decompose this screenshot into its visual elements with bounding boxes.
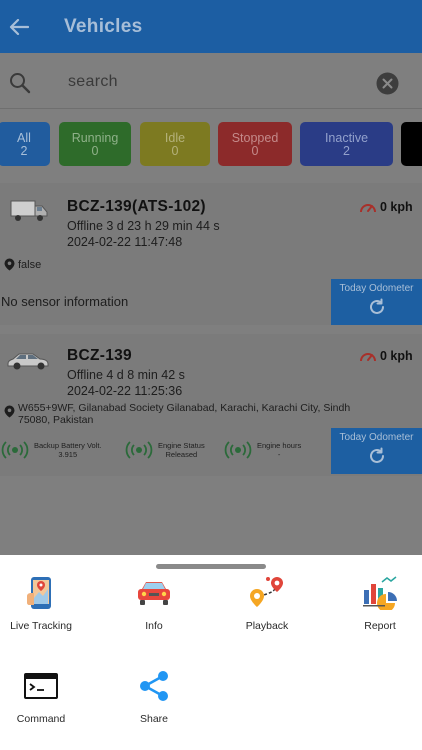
- filter-running[interactable]: Running 0: [59, 122, 131, 166]
- filter-label: All: [17, 131, 31, 145]
- search-icon: [10, 73, 31, 94]
- sensor-engine-status: Engine Status Released: [125, 441, 205, 459]
- sensor-backup-battery: Backup Battery Volt. 3.915: [1, 441, 102, 459]
- sensor-name: Backup Battery Volt.: [34, 441, 102, 450]
- filter-label: Running: [71, 131, 119, 145]
- refresh-icon: [369, 447, 384, 463]
- sensor-signal-icon: [1, 441, 29, 459]
- filter-count: 0: [251, 144, 259, 158]
- status-filter-row: All 2 Running 0 Idle 0 Stopped 0 Inactiv…: [0, 122, 422, 168]
- vehicle-plate: BCZ-139: [67, 347, 132, 364]
- filter-more[interactable]: [401, 122, 422, 166]
- vehicle-plate: BCZ-139(ATS-102): [67, 198, 206, 215]
- page-title: Vehicles: [64, 15, 143, 37]
- sensor-value: -: [277, 450, 281, 459]
- sensor-name: Engine hours: [257, 441, 302, 450]
- location-pin-icon: [4, 258, 15, 271]
- playback-action[interactable]: Playback: [222, 575, 312, 632]
- car-info-icon: [138, 582, 170, 605]
- action-label: Report: [364, 620, 396, 632]
- sheet-drag-handle[interactable]: [156, 564, 266, 569]
- location-pin-icon: [4, 405, 15, 418]
- today-odometer-button[interactable]: Today Odometer: [331, 428, 422, 474]
- sensor-name: Engine Status: [158, 441, 205, 450]
- back-button[interactable]: [4, 12, 34, 42]
- filter-label: Stopped: [231, 131, 279, 145]
- action-label: Playback: [245, 620, 289, 632]
- today-odometer-button[interactable]: Today Odometer: [331, 279, 422, 325]
- sensor-engine-hours: Engine hours -: [224, 441, 301, 459]
- filter-idle[interactable]: Idle 0: [140, 122, 210, 166]
- action-label: Info: [145, 620, 163, 632]
- location-text: W655+9WF, Gilanabad Society Gilanabad, K…: [18, 402, 351, 426]
- sensor-info-text: No sensor information: [1, 294, 129, 309]
- speed-display: 0 kph: [359, 200, 413, 214]
- terminal-command-icon: [24, 673, 58, 699]
- location-text: false: [18, 258, 42, 271]
- filter-count: 2: [343, 144, 350, 158]
- offline-duration: Offline 4 d 8 min 42 s: [67, 368, 185, 382]
- truck-icon: [10, 200, 48, 221]
- odometer-label: Today Odometer: [339, 283, 414, 294]
- command-action[interactable]: Command: [0, 668, 86, 725]
- action-label: Command: [16, 713, 66, 725]
- last-update-time: 2024-02-22 11:47:48: [67, 235, 183, 249]
- filter-count: 0: [171, 144, 179, 158]
- last-update-time: 2024-02-22 11:25:36: [67, 384, 183, 398]
- playback-route-icon: [250, 577, 283, 607]
- app-bar: Vehicles: [0, 0, 422, 53]
- vehicle-card[interactable]: BCZ-139(ATS-102) 0 kph Offline 3 d 23 h …: [0, 183, 422, 325]
- speed-value: 0 kph: [380, 349, 413, 363]
- odometer-label: Today Odometer: [339, 432, 414, 443]
- search-bar: [0, 53, 422, 109]
- filter-count: 2: [20, 144, 28, 158]
- info-action[interactable]: Info: [109, 575, 199, 632]
- clear-search-icon[interactable]: [376, 72, 399, 95]
- location-row: false: [4, 258, 41, 271]
- filter-count: 0: [91, 144, 99, 158]
- report-chart-icon: [363, 576, 397, 610]
- speedometer-icon: [360, 353, 376, 362]
- sensor-text: Backup Battery Volt. 3.915: [34, 441, 102, 459]
- speed-value: 0 kph: [380, 200, 413, 214]
- filter-label: Inactive: [324, 131, 369, 145]
- vehicle-actions-sheet: Live Tracking Info Playback Report Comma…: [0, 555, 422, 750]
- filter-inactive[interactable]: Inactive 2: [300, 122, 393, 166]
- speedometer-icon: [360, 204, 376, 213]
- filter-label: Idle: [164, 131, 186, 145]
- sensor-signal-icon: [125, 441, 153, 459]
- search-input[interactable]: [68, 69, 358, 95]
- car-icon: [7, 353, 49, 370]
- location-row: W655+9WF, Gilanabad Society Gilanabad, K…: [4, 402, 364, 426]
- refresh-icon: [369, 298, 384, 314]
- sensor-value: Released: [165, 450, 198, 459]
- live-tracking-action[interactable]: Live Tracking: [0, 575, 86, 632]
- sensor-signal-icon: [224, 441, 252, 459]
- arrow-left-icon: [9, 18, 29, 35]
- filter-all[interactable]: All 2: [0, 122, 50, 166]
- action-label: Share: [139, 713, 169, 725]
- share-action[interactable]: Share: [109, 668, 199, 725]
- sensor-value: 3.915: [58, 450, 78, 459]
- share-icon: [140, 671, 168, 701]
- action-label: Live Tracking: [10, 620, 72, 632]
- sensor-text: Engine hours -: [257, 441, 301, 459]
- sensor-text: Engine Status Released: [158, 441, 205, 459]
- speed-display: 0 kph: [359, 349, 413, 363]
- filter-stopped[interactable]: Stopped 0: [218, 122, 292, 166]
- vehicle-card[interactable]: BCZ-139 0 kph Offline 4 d 8 min 42 s 202…: [0, 334, 422, 476]
- report-action[interactable]: Report: [335, 575, 422, 632]
- live-tracking-icon: [27, 577, 51, 609]
- offline-duration: Offline 3 d 23 h 29 min 44 s: [67, 219, 220, 233]
